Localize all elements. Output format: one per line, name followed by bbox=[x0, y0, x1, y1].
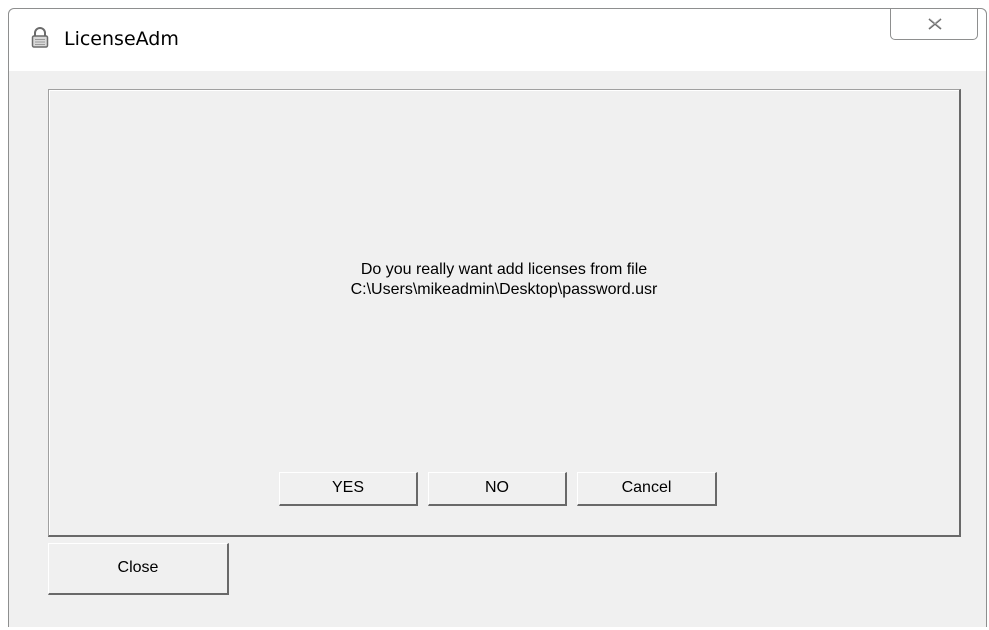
confirm-message: Do you really want add licenses from fil… bbox=[49, 260, 959, 300]
cancel-button-label: Cancel bbox=[621, 479, 672, 496]
window-title: LicenseAdm bbox=[64, 28, 179, 50]
message-line-1: Do you really want add licenses from fil… bbox=[360, 261, 648, 278]
yes-button-label: YES bbox=[331, 479, 364, 496]
cancel-button[interactable]: Cancel bbox=[577, 472, 717, 506]
close-button[interactable]: Close bbox=[48, 543, 229, 595]
title-bar[interactable]: LicenseAdm bbox=[9, 9, 986, 72]
message-line-2: C:\Users\mikeadmin\Desktop\password.usr bbox=[350, 281, 658, 298]
yes-button[interactable]: YES bbox=[279, 472, 418, 506]
no-button[interactable]: NO bbox=[428, 472, 567, 506]
window-close-button[interactable] bbox=[890, 9, 978, 40]
lock-icon bbox=[31, 27, 49, 49]
close-button-label: Close bbox=[117, 559, 159, 576]
client-area: Do you really want add licenses from fil… bbox=[9, 71, 986, 627]
license-adm-window: LicenseAdm Do you really want add licens… bbox=[8, 8, 987, 627]
close-icon bbox=[928, 18, 942, 30]
confirm-panel: Do you really want add licenses from fil… bbox=[48, 89, 961, 537]
no-button-label: NO bbox=[485, 479, 509, 496]
